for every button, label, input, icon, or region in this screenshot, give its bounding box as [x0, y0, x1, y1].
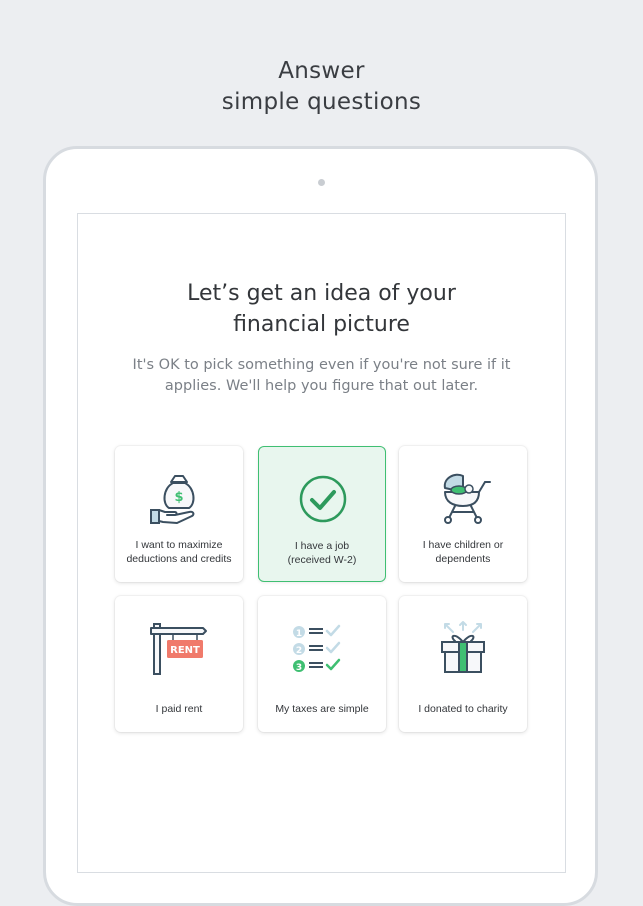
- option-label: My taxes are simple: [262, 702, 382, 716]
- baby-stroller-icon: [433, 468, 493, 528]
- option-label: I want to maximize deductions and credit…: [119, 538, 239, 566]
- page-title-line1: Let’s get an idea of your: [187, 281, 456, 306]
- option-label-line1: I donated to charity: [418, 703, 508, 715]
- promo-title: Answer simple questions: [0, 56, 643, 118]
- option-label-line2: deductions and credits: [126, 553, 232, 565]
- page-subtitle: It's OK to pick something even if you're…: [77, 355, 566, 397]
- tablet-camera: [318, 179, 325, 186]
- page-title: Let’s get an idea of your financial pict…: [77, 278, 566, 340]
- option-label: I have children or dependents: [403, 538, 523, 566]
- option-label: I have a job (received W-2): [263, 539, 381, 567]
- page-title-line2: financial picture: [233, 312, 410, 337]
- checkmark-circle-icon: [293, 469, 353, 529]
- page-subtitle-line2: applies. We'll help you figure that out …: [164, 378, 479, 394]
- list-number-1: 1: [296, 629, 302, 639]
- numbered-checklist-icon: 1 2 3: [292, 618, 352, 678]
- option-label-line1: I have children or: [422, 539, 504, 551]
- option-card-paid-rent[interactable]: RENT I paid rent: [115, 596, 243, 732]
- option-label-line2: dependents: [435, 553, 491, 565]
- option-label-line1: I paid rent: [155, 703, 203, 715]
- list-number-3: 3: [296, 663, 302, 673]
- option-card-children-dependents[interactable]: I have children or dependents: [399, 446, 527, 582]
- option-card-donated-charity[interactable]: I donated to charity: [399, 596, 527, 732]
- option-label-line2: (received W-2): [287, 554, 357, 566]
- option-card-job-w2[interactable]: I have a job (received W-2): [258, 446, 386, 582]
- list-number-2: 2: [296, 646, 302, 656]
- page-subtitle-line1: It's OK to pick something even if you're…: [132, 357, 511, 373]
- gift-box-icon: [433, 618, 493, 678]
- option-card-maximize-deductions[interactable]: $ I want to maximize deductions and cred…: [115, 446, 243, 582]
- money-bag-hand-icon: $: [149, 468, 209, 528]
- option-label: I donated to charity: [403, 702, 523, 716]
- promo-title-line2: simple questions: [221, 89, 422, 115]
- rent-sign-text: RENT: [170, 645, 200, 656]
- rent-sign-icon: RENT: [149, 618, 209, 678]
- option-card-taxes-simple[interactable]: 1 2 3 My taxes are simple: [258, 596, 386, 732]
- promo-title-line1: Answer: [278, 58, 365, 84]
- option-label: I paid rent: [119, 702, 239, 716]
- option-label-line1: I have a job: [294, 540, 350, 552]
- option-label-line1: My taxes are simple: [275, 703, 369, 715]
- option-label-line1: I want to maximize: [135, 539, 223, 551]
- svg-text:$: $: [174, 490, 183, 505]
